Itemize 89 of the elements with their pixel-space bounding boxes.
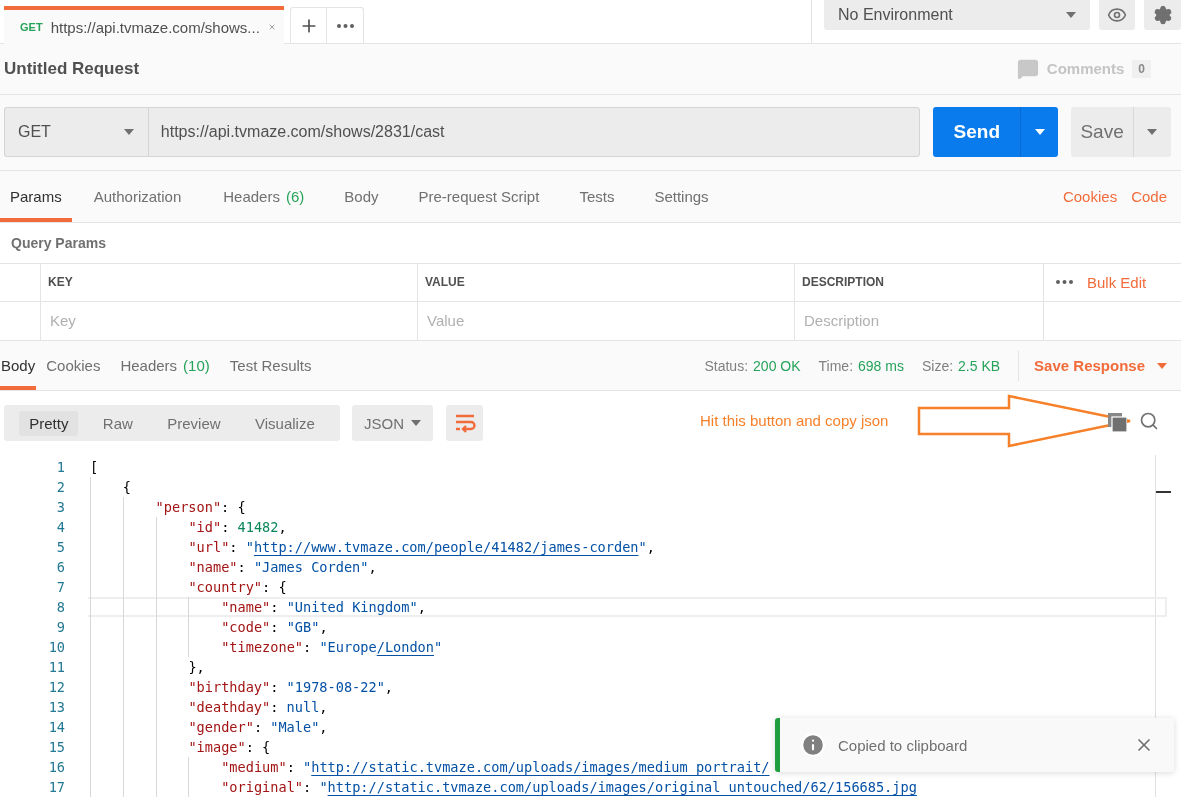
annotation-text: Hit this button and copy json: [700, 412, 889, 430]
link[interactable]: Cookies: [1062, 188, 1118, 206]
method-select[interactable]: GET: [4, 107, 148, 158]
comments-count: 0: [1132, 59, 1151, 78]
code-line: "name": "United Kingdom",: [221, 599, 426, 615]
line-number: 10: [48, 638, 65, 657]
code-line: "code": "GB",: [221, 619, 328, 635]
search-icon[interactable]: [1139, 411, 1159, 432]
response-tab[interactable]: Headers (10): [110, 340, 220, 391]
tab-title: https://api.tvmaze.com/shows...: [50, 18, 260, 36]
line-number: 9: [56, 618, 65, 637]
new-tab-button[interactable]: [290, 7, 327, 43]
line-number: 8: [56, 598, 65, 617]
line-number: 14: [48, 718, 65, 737]
code-line: "timezone": "Europe/London": [221, 639, 443, 655]
line-number: 4: [56, 518, 65, 537]
stat-label: Time:: [818, 357, 854, 374]
request-title: Untitled Request: [4, 58, 140, 79]
settings-icon: [1152, 4, 1173, 25]
code-line: "person": {: [155, 499, 246, 515]
line-number: 11: [48, 658, 65, 677]
line-number: 2: [56, 478, 65, 497]
request-tab[interactable]: GET https://api.tvmaze.com/shows...: [4, 6, 284, 44]
send-button[interactable]: Send: [933, 107, 1059, 158]
code-line: "deathday": null,: [188, 699, 328, 715]
section-tab[interactable]: Pre-request Script: [398, 171, 560, 222]
settings-button[interactable]: [1144, 0, 1181, 30]
line-number: 3: [56, 498, 65, 517]
save-response-button[interactable]: Save Response: [1018, 350, 1167, 381]
more-icon[interactable]: [1056, 280, 1073, 285]
line-number: 5: [56, 538, 65, 557]
line-number: 13: [48, 698, 65, 717]
column-header: KEY: [41, 263, 418, 302]
section-tab[interactable]: Body: [324, 171, 399, 222]
line-number: 15: [48, 738, 65, 757]
toast-message: Copied to clipboard: [838, 736, 969, 754]
line-number: 1: [56, 458, 65, 477]
column-header: DESCRIPTION: [795, 263, 1044, 302]
response-tab[interactable]: Body: [0, 340, 37, 391]
view-mode-tab[interactable]: Raw: [92, 410, 143, 436]
line-number: 12: [48, 678, 65, 697]
eye-button[interactable]: [1098, 0, 1136, 30]
line-number: 6: [56, 558, 65, 577]
line-number: 7: [56, 578, 65, 597]
info-icon: [800, 732, 826, 758]
section-tab[interactable]: Authorization: [71, 171, 204, 222]
format-select[interactable]: JSON: [352, 405, 433, 442]
response-tab[interactable]: Test Results: [219, 340, 322, 391]
stat-label: Status:: [704, 357, 749, 374]
stat-label: Size:: [921, 357, 954, 374]
code-line: [: [90, 459, 99, 475]
section-tab[interactable]: Params: [0, 171, 72, 222]
view-mode-tab[interactable]: Pretty: [19, 410, 79, 436]
code-line: {: [122, 479, 131, 495]
section-tab[interactable]: Settings: [634, 171, 729, 222]
code-line: "medium": "http://static.tvmaze.com/uploads/images/medium_portrait/: [221, 759, 770, 775]
wrap-icon: [453, 413, 476, 434]
code-line: },: [188, 659, 205, 675]
code-line: "country": {: [188, 579, 287, 595]
column-header: VALUE: [418, 263, 795, 302]
url-field[interactable]: https://api.tvmaze.com/shows/2831/cast: [147, 107, 921, 158]
bulk-edit-link[interactable]: Bulk Edit: [1087, 273, 1147, 291]
wrap-button[interactable]: [446, 405, 483, 442]
code-line: "original": "http://static.tvmaze.com/uploads/images/original_untouched/62/156685.jpg: [221, 779, 917, 795]
section-title: Query Params: [10, 233, 107, 253]
section-tab[interactable]: Tests: [559, 171, 635, 222]
view-mode-tab[interactable]: Preview: [157, 410, 231, 436]
environment-select[interactable]: No Environment: [824, 0, 1090, 30]
comment-icon: [1016, 57, 1039, 80]
link[interactable]: Code: [1131, 188, 1167, 206]
stat-value: 200 OK: [753, 357, 801, 374]
code-line: "image": {: [188, 739, 271, 755]
more-button[interactable]: [327, 7, 364, 43]
save-button[interactable]: Save: [1071, 107, 1171, 158]
code-line: "birthday": "1978-08-22",: [188, 679, 393, 695]
code-line: "gender": "Male",: [188, 719, 328, 735]
stat-value: 698 ms: [858, 357, 904, 374]
response-tab[interactable]: Cookies: [36, 340, 111, 391]
line-number: 16: [48, 758, 65, 777]
method-label: GET: [20, 21, 43, 33]
code-line: "name": "James Corden",: [188, 559, 377, 575]
copy-icon[interactable]: [1108, 413, 1127, 433]
more-icon: [336, 23, 354, 28]
section-tab[interactable]: Headers (6): [203, 171, 325, 222]
view-mode-tab[interactable]: Visualize: [245, 410, 325, 436]
line-number: 17: [48, 778, 65, 797]
code-line: "id": 41482,: [188, 519, 287, 535]
code-line: "url": "http://www.tvmaze.com/people/41482/james-corden",: [188, 539, 655, 555]
stat-value: 2.5 KB: [958, 357, 1001, 374]
